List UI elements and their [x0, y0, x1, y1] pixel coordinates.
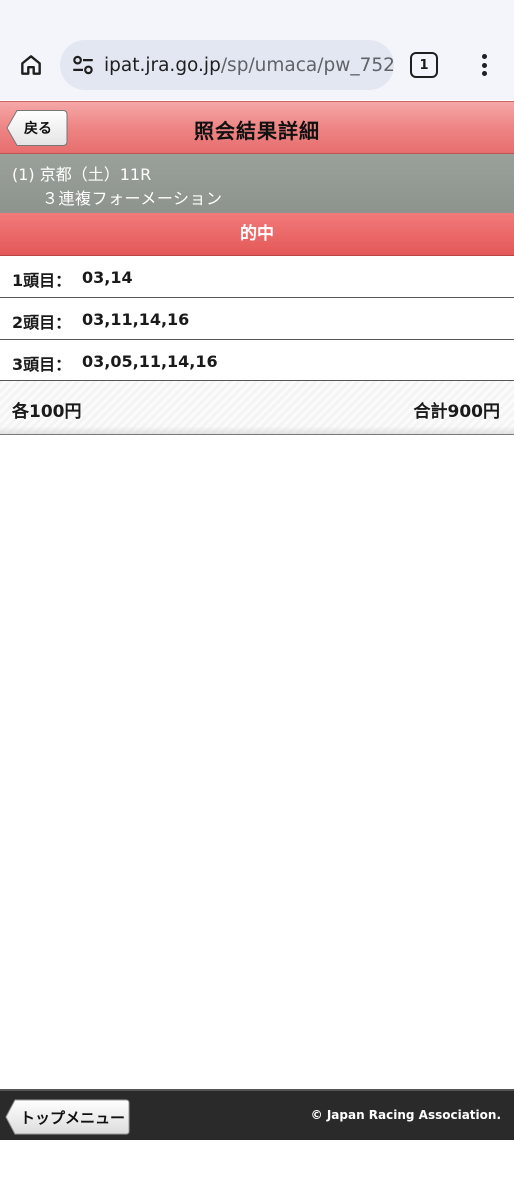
site-settings-icon[interactable] — [70, 52, 96, 78]
selection-value: 03,14 — [82, 268, 133, 287]
home-button[interactable] — [14, 48, 48, 82]
amount-bar: 各100円 合計900円 — [0, 381, 514, 435]
result-banner: 的中 — [0, 213, 514, 256]
url-host: ipat.jra.go.jp — [104, 54, 221, 76]
race-venue-line: (1) 京都（土）11R — [12, 165, 152, 184]
top-menu-label: トップメニュー — [20, 1109, 126, 1127]
selection-row: 3頭目： 03,05,11,14,16 — [0, 340, 514, 381]
page-title: 照会結果詳細 — [194, 119, 320, 143]
selection-row: 2頭目： 03,11,14,16 — [0, 298, 514, 340]
browser-toolbar: ipat.jra.go.jp/sp/umaca/pw_752_ 1 — [0, 0, 514, 100]
selection-value: 03,11,14,16 — [82, 310, 190, 329]
more-vert-icon — [481, 54, 487, 59]
tab-count: 1 — [419, 57, 429, 73]
more-vert-dot — [481, 71, 487, 76]
selection-label: 2頭目： — [12, 313, 72, 332]
selection-value: 03,05,11,14,16 — [82, 352, 218, 371]
amount-total: 合計900円 — [413, 402, 501, 422]
tab-switcher-button[interactable]: 1 — [410, 52, 438, 78]
url-path: /sp/umaca/pw_752_ — [220, 54, 394, 76]
selection-label: 3頭目： — [12, 355, 72, 374]
page-header: 戻る 照会結果詳細 — [0, 101, 514, 154]
selection-row: 1頭目： 03,14 — [0, 256, 514, 298]
address-bar[interactable]: ipat.jra.go.jp/sp/umaca/pw_752_ — [60, 40, 394, 90]
home-icon — [21, 55, 41, 75]
race-info: (1) 京都（土）11R ３連複フォーメーション — [0, 154, 514, 213]
browser-menu-button[interactable] — [472, 50, 496, 80]
amount-each: 各100円 — [12, 402, 82, 422]
copyright: © Japan Racing Association. — [310, 1108, 501, 1122]
selection-label: 1頭目： — [12, 271, 72, 290]
bet-type-line: ３連複フォーメーション — [42, 189, 223, 208]
url-text: ipat.jra.go.jp/sp/umaca/pw_752_ — [104, 55, 394, 76]
more-vert-dot — [481, 62, 487, 68]
page-footer: トップメニュー © Japan Racing Association. — [0, 1089, 514, 1140]
top-menu-button[interactable]: トップメニュー — [5, 1099, 130, 1135]
